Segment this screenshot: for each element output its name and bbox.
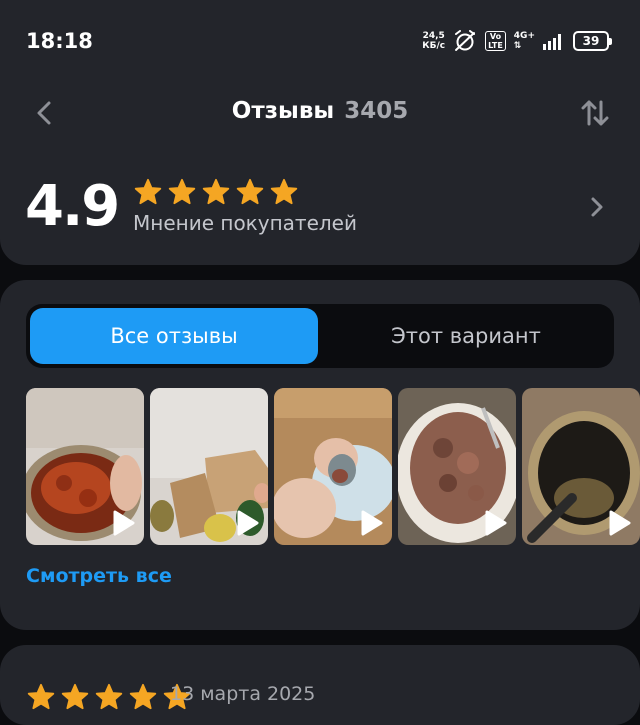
volte-bottom: LTE <box>488 41 503 50</box>
play-icon <box>237 510 259 536</box>
review-filter-tabs: Все отзывы Этот вариант <box>26 304 614 368</box>
play-icon <box>113 510 135 536</box>
media-thumbnail[interactable] <box>26 388 144 545</box>
media-thumbnail[interactable] <box>398 388 516 545</box>
rating-summary[interactable]: 4.9 Мнение покупателей <box>0 170 640 250</box>
star-icon <box>95 683 123 710</box>
rating-value: 4.9 <box>25 174 120 239</box>
top-area: 18:18 24,5 КБ/с Vo LTE 4G+ ⇅ 39 Отзывы 3… <box>0 0 640 265</box>
media-thumbnail[interactable] <box>522 388 640 545</box>
title-text: Отзывы <box>231 98 335 124</box>
star-icon <box>168 178 196 205</box>
play-icon <box>609 510 631 536</box>
play-icon <box>361 510 383 536</box>
star-icon <box>27 683 55 710</box>
tab-this-variant[interactable]: Этот вариант <box>322 308 610 364</box>
media-thumbnail[interactable] <box>150 388 268 545</box>
star-icon <box>129 683 157 710</box>
data-arrows-icon: ⇅ <box>513 41 522 51</box>
review-card: 13 марта 2025 <box>0 645 640 725</box>
play-icon <box>485 510 507 536</box>
status-bar: 18:18 24,5 КБ/с Vo LTE 4G+ ⇅ 39 <box>0 0 640 84</box>
volte-icon: Vo LTE <box>485 31 506 51</box>
media-thumbnail[interactable] <box>274 388 392 545</box>
sort-arrows-icon[interactable] <box>578 96 612 130</box>
status-icons: 24,5 КБ/с Vo LTE 4G+ ⇅ 39 <box>422 30 612 52</box>
network-label: 4G+ <box>513 31 535 41</box>
battery-icon: 39 <box>573 31 612 51</box>
tab-all-reviews[interactable]: Все отзывы <box>30 308 318 364</box>
star-icon <box>236 178 264 205</box>
net-speed: 24,5 КБ/с <box>422 31 445 51</box>
signal-icon <box>543 34 561 50</box>
rating-stars <box>133 178 299 206</box>
star-icon <box>202 178 230 205</box>
battery-level: 39 <box>573 31 609 51</box>
net-speed-value: 24,5 <box>422 31 445 41</box>
volte-top: Vo <box>489 32 502 41</box>
chevron-right-icon[interactable] <box>584 194 610 220</box>
star-icon <box>270 178 298 205</box>
battery-cap <box>609 37 612 45</box>
alarm-off-icon <box>455 30 476 51</box>
reviews-card: Все отзывы Этот вариант Смотреть все <box>0 280 640 630</box>
see-all-link[interactable]: Смотреть все <box>26 565 172 587</box>
media-gallery <box>26 388 640 545</box>
rating-label: Мнение покупателей <box>133 211 357 235</box>
review-stars <box>26 683 192 711</box>
star-icon <box>134 178 162 205</box>
review-count: 3405 <box>344 98 409 124</box>
status-time: 18:18 <box>26 29 93 53</box>
page-title: Отзывы 3405 <box>0 98 640 124</box>
net-speed-unit: КБ/с <box>422 41 446 51</box>
header: Отзывы 3405 <box>0 84 640 144</box>
network-type: 4G+ ⇅ <box>514 31 535 51</box>
star-icon <box>61 683 89 710</box>
